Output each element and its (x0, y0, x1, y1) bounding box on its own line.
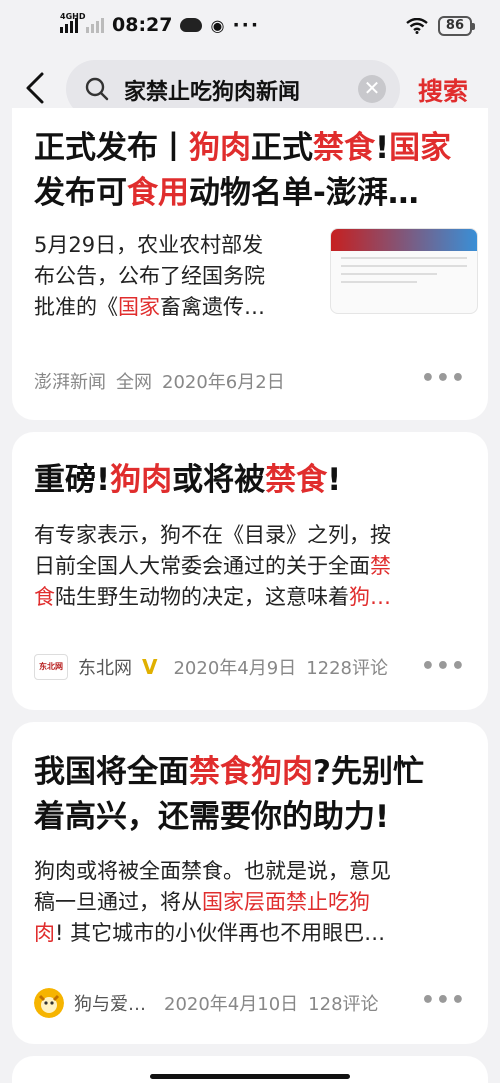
news-snippet: 5月29日，农业农村部发 布公告，公布了经国务院 批准的《国家畜禽遗传… (34, 233, 265, 319)
news-card[interactable]: 我国将全面禁食狗肉?先别忙 着高兴，还需要你的助力! 狗肉或将被全面禁食。也就是说… (12, 722, 488, 1044)
clear-search-icon[interactable]: ✕ (358, 75, 386, 103)
news-source[interactable]: 狗与爱… (74, 990, 146, 1016)
news-meta: 狗与爱… 2020年4月10日 128评论 (34, 988, 379, 1018)
news-source[interactable]: 东北网 (78, 654, 132, 680)
more-options-icon[interactable]: ••• (421, 366, 466, 391)
news-snippet: 狗肉或将被全面禁食。也就是说，意见 稿一旦通过，将从国家层面禁止吃狗 肉! 其它… (34, 859, 391, 945)
news-title[interactable]: 我国将全面禁食狗肉?先别忙 着高兴，还需要你的助力! (34, 750, 468, 840)
verified-badge-icon: V (142, 655, 158, 679)
news-card[interactable]: 正式发布丨狗肉正式禁食!国家 发布可食用动物名单-澎湃… 5月29日，农业农村部发… (12, 108, 488, 420)
news-title[interactable]: 正式发布丨狗肉正式禁食!国家 发布可食用动物名单-澎湃… (34, 126, 468, 216)
news-title[interactable]: 重磅!狗肉或将被禁食! (34, 458, 468, 503)
news-snippet: 有专家表示，狗不在《目录》之列，按 日前全国人大常委会通过的关于全面禁 食陆生野… (34, 523, 391, 609)
wechat-icon: ◉ (210, 15, 225, 35)
status-time: 08:27 (112, 14, 173, 36)
wifi-icon (406, 18, 428, 34)
battery-indicator: 86 (437, 16, 476, 36)
status-bar: 08:27 ◉ ··· 4GHD 86 (0, 0, 500, 56)
signal-icon-2 (86, 17, 104, 33)
news-card[interactable]: 重磅!狗肉或将被禁食! 有专家表示，狗不在《目录》之列，按 日前全国人大常委会通… (12, 432, 488, 710)
search-query-text[interactable]: 家禁止吃狗肉新闻 (124, 74, 300, 106)
comment-count[interactable]: 128评论 (308, 990, 378, 1016)
source-logo: 东北网 (34, 654, 68, 680)
news-thumbnail[interactable] (330, 228, 478, 314)
home-indicator[interactable] (150, 1074, 350, 1079)
news-date: 2020年6月2日 (162, 372, 285, 393)
status-more-dots: ··· (232, 14, 261, 36)
more-options-icon[interactable]: ••• (421, 988, 466, 1013)
comment-count[interactable]: 1228评论 (306, 654, 388, 680)
news-meta: 澎湃新闻 全网 2020年6月2日 (34, 368, 285, 394)
news-date: 2020年4月10日 (164, 994, 299, 1015)
news-scope: 全网 (116, 372, 152, 393)
news-meta: 东北网 东北网 V 2020年4月9日 1228评论 (34, 654, 388, 680)
more-options-icon[interactable]: ••• (421, 654, 466, 679)
cloud-icon (180, 18, 203, 32)
news-date: 2020年4月9日 (173, 658, 297, 679)
back-arrow-icon[interactable] (18, 66, 58, 110)
network-type: 4GHD (60, 12, 86, 21)
news-source[interactable]: 澎湃新闻 (34, 368, 106, 394)
search-icon (85, 77, 109, 101)
source-avatar (34, 988, 64, 1018)
search-button[interactable]: 搜索 (418, 72, 468, 108)
